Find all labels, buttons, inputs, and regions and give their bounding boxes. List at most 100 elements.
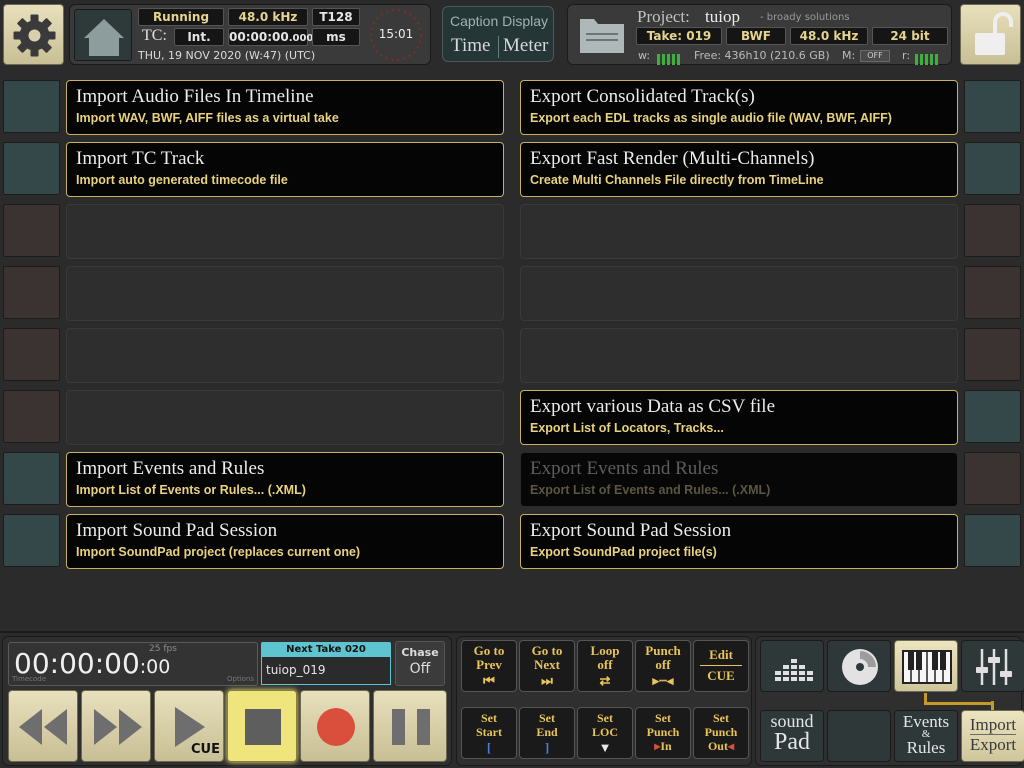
chase-label: Chase: [401, 646, 439, 659]
goto-prev-label: Go to Prev: [473, 643, 505, 672]
bracket-open-icon: [: [486, 740, 492, 755]
settings-button[interactable]: [3, 4, 64, 65]
record-button[interactable]: [300, 690, 370, 762]
left-slot-1[interactable]: [3, 80, 60, 133]
status-panel: Running 48.0 kHz T128 TC: Int. 00:00:00.…: [69, 4, 431, 65]
action-title: Export Consolidated Track(s): [530, 86, 755, 107]
import-audio-files-button[interactable]: Import Audio Files In Timeline Import WA…: [66, 80, 504, 135]
chase-button[interactable]: Chase Off: [395, 641, 445, 686]
action-title: Export Sound Pad Session: [530, 520, 732, 541]
punch-range-icon: ▸┈◂: [652, 673, 674, 688]
project-name: tuiop: [705, 7, 740, 26]
play-cue-button[interactable]: CUE: [154, 690, 224, 762]
import-events-rules-button[interactable]: Import Events and Rules Import List of E…: [66, 452, 504, 507]
rewind-button[interactable]: [8, 690, 78, 762]
right-slot-1[interactable]: [964, 80, 1021, 133]
action-description: Import WAV, BWF, AIFF files as a virtual…: [76, 111, 339, 125]
set-loc-button[interactable]: Set LOC ▼: [577, 707, 633, 759]
right-slot-7[interactable]: [964, 452, 1021, 505]
empty-slot: [66, 266, 504, 321]
events-rules-button[interactable]: Events & Rules: [894, 710, 958, 762]
punch-label: Punch off: [645, 643, 681, 672]
timecode-frames: :00: [139, 656, 171, 678]
export-consolidated-button[interactable]: Export Consolidated Track(s) Export each…: [520, 80, 958, 135]
edit-label: Edit: [709, 647, 733, 662]
tc-label: TC:: [142, 27, 167, 44]
project-folder-button[interactable]: [574, 11, 630, 59]
empty-slot: [520, 204, 958, 259]
cue-label: CUE: [191, 742, 220, 757]
set-end-button[interactable]: Set End ]: [519, 707, 575, 759]
edit-cue-button[interactable]: Edit CUE: [693, 640, 749, 692]
set-punch-in-row: ▸In: [636, 739, 690, 753]
chase-value: Off: [409, 661, 431, 677]
action-description: Export List of Locators, Tracks...: [530, 421, 724, 435]
left-slot-5[interactable]: [3, 328, 60, 381]
mixer-view-button[interactable]: [961, 640, 1024, 692]
import-sound-pad-button[interactable]: Import Sound Pad Session Import SoundPad…: [66, 514, 504, 569]
selection-connector-tip: [991, 701, 994, 710]
free-space: Free: 436h10 (210.6 GB): [694, 49, 830, 62]
export-sound-pad-button[interactable]: Export Sound Pad Session Export SoundPad…: [520, 514, 958, 569]
right-slot-6[interactable]: [964, 390, 1021, 443]
empty-slot: [520, 328, 958, 383]
set-punch-in-suffix: In: [660, 739, 672, 753]
mode-panel: sound Pad Events & Rules Import Export: [755, 636, 1024, 766]
left-slot-7[interactable]: [3, 452, 60, 505]
action-description: Export SoundPad project file(s): [530, 545, 717, 559]
stop-button[interactable]: [227, 690, 297, 762]
home-button[interactable]: [74, 9, 132, 61]
meters-icon: [775, 659, 813, 681]
project-panel: Project: tuiop - broady solutions Take: …: [567, 4, 952, 65]
punch-button[interactable]: Punch off ▸┈◂: [635, 640, 691, 692]
set-punch-in-button[interactable]: Set Punch ▸In: [635, 707, 691, 759]
set-punch-out-button[interactable]: Set Punch Out◂: [693, 707, 749, 759]
left-slot-2[interactable]: [3, 142, 60, 195]
sound-pad-button[interactable]: sound Pad: [760, 710, 824, 762]
export-fast-render-button[interactable]: Export Fast Render (Multi-Channels) Crea…: [520, 142, 958, 197]
sample-rate: 48.0 kHz: [228, 8, 308, 26]
bottom-divider: [0, 631, 1024, 633]
m-status-badge: OFF: [860, 50, 890, 62]
empty-slot: [520, 266, 958, 321]
level-bars-icon: [915, 54, 938, 65]
import-export-button[interactable]: Import Export: [961, 710, 1024, 762]
left-slot-8[interactable]: [3, 514, 60, 567]
timecode-display[interactable]: 25 fps 00:00:00:00 Timecode Options: [8, 642, 258, 686]
lock-button[interactable]: [960, 4, 1021, 65]
skip-back-icon: ⏮: [483, 673, 495, 688]
caption-display-button[interactable]: Caption Display Time Meter: [442, 6, 554, 62]
left-slot-3[interactable]: [3, 204, 60, 257]
caption-meter: Meter: [503, 35, 549, 56]
caption-divider: [498, 36, 499, 58]
export-csv-button[interactable]: Export various Data as CSV file Export L…: [520, 390, 958, 445]
meters-view-button[interactable]: [760, 640, 824, 692]
next-take-name-field[interactable]: tuiop_019: [261, 657, 391, 685]
pause-icon: [392, 709, 430, 745]
transport-status: Running: [138, 8, 224, 26]
right-slot-5[interactable]: [964, 328, 1021, 381]
pause-button[interactable]: [373, 690, 447, 762]
caption-title: Caption Display: [449, 13, 549, 29]
right-slot-2[interactable]: [964, 142, 1021, 195]
action-title: Export various Data as CSV file: [530, 396, 776, 417]
keyboard-view-button[interactable]: [894, 640, 958, 692]
fast-forward-button[interactable]: [81, 690, 151, 762]
goto-next-button[interactable]: Go to Next ⏭: [519, 640, 575, 692]
import-tc-track-button[interactable]: Import TC Track Import auto generated ti…: [66, 142, 504, 197]
write-meter: [656, 50, 686, 65]
right-slot-8[interactable]: [964, 514, 1021, 567]
loop-button[interactable]: Loop off ⇄: [577, 640, 633, 692]
empty-slot: [66, 390, 504, 445]
left-slot-6[interactable]: [3, 390, 60, 443]
goto-prev-button[interactable]: Go to Prev ⏮: [461, 640, 517, 692]
right-slot-4[interactable]: [964, 266, 1021, 319]
left-slot-4[interactable]: [3, 266, 60, 319]
rules-label: Rules: [906, 738, 946, 757]
disk-view-button[interactable]: [827, 640, 891, 692]
disk-icon: [842, 649, 878, 685]
right-slot-3[interactable]: [964, 204, 1021, 257]
tc-value-main: 00:00:00: [229, 30, 289, 44]
set-start-button[interactable]: Set Start [: [461, 707, 517, 759]
set-punch-out-row: Out◂: [694, 739, 748, 753]
